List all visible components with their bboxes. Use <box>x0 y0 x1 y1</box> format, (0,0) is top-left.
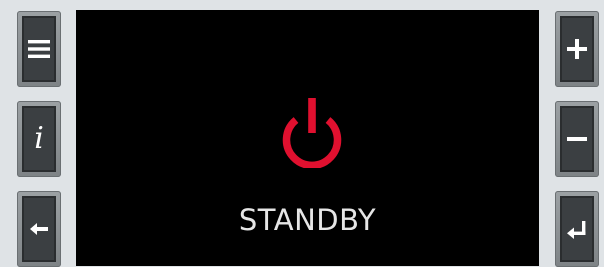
menu-button[interactable] <box>17 11 61 87</box>
back-button-face <box>22 196 56 262</box>
minus-button[interactable] <box>555 101 599 177</box>
plus-button-face <box>560 16 594 82</box>
info-button-face: i <box>22 106 56 172</box>
power-icon <box>282 98 342 168</box>
back-button[interactable] <box>17 191 61 267</box>
info-button[interactable]: i <box>17 101 61 177</box>
enter-button-face <box>560 196 594 262</box>
enter-return-icon <box>567 221 586 239</box>
minus-icon <box>567 137 587 141</box>
plus-icon <box>567 39 587 59</box>
menu-button-face <box>22 16 56 82</box>
status-text: STANDBY <box>238 203 377 237</box>
display-screen: STANDBY <box>76 10 539 266</box>
info-icon: i <box>34 121 44 156</box>
enter-button[interactable] <box>555 191 599 267</box>
minus-button-face <box>560 106 594 172</box>
hamburger-menu-icon <box>28 40 50 58</box>
arrow-left-icon <box>30 223 48 235</box>
plus-button[interactable] <box>555 11 599 87</box>
